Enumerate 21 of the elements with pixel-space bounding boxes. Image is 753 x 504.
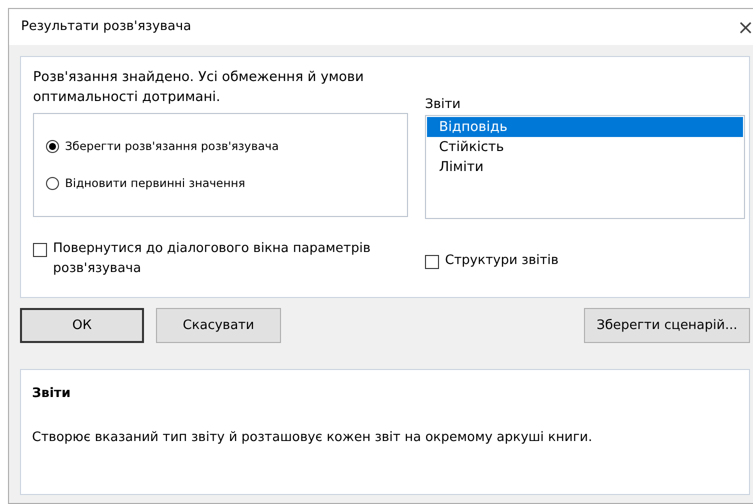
radio-label[interactable]: Відновити первинні значення xyxy=(65,175,246,192)
window-title: Результати розв'язувача xyxy=(21,18,192,36)
dialog-button[interactable]: Скасувати xyxy=(156,308,281,343)
checkbox-label[interactable]: Повернутися до діалогового вікна параметрів розв'язувача xyxy=(53,239,413,279)
reports-listbox[interactable]: Відповідь Стійкість Ліміти xyxy=(425,114,745,218)
description-title: Звіти xyxy=(32,385,72,403)
status-message: Розв'язання знайдено. Усі обмеження й умови оптимальності дотримані. xyxy=(33,68,365,107)
list-item[interactable]: Стійкість xyxy=(427,136,743,156)
list-item[interactable]: Відповідь xyxy=(427,116,743,136)
radio-button[interactable] xyxy=(46,140,59,153)
dialog-button[interactable]: ОК xyxy=(20,308,144,343)
radio-button[interactable] xyxy=(46,177,59,190)
reports-label: Звіти xyxy=(425,96,462,114)
list-item[interactable]: Ліміти xyxy=(427,156,743,176)
close-button[interactable]: × xyxy=(727,17,753,37)
dialog-button[interactable]: Зберегти сценарій... xyxy=(584,308,750,343)
description-text: Створює вказаний тип звіту й розташовує кожен звіт на окремому аркуші книги. xyxy=(32,428,594,446)
radio-label[interactable]: Зберегти розв'язання розв'язувача xyxy=(65,138,279,155)
checkbox[interactable] xyxy=(425,254,439,268)
checkbox[interactable] xyxy=(33,243,47,257)
checkbox-label[interactable]: Структури звітів xyxy=(445,250,559,270)
